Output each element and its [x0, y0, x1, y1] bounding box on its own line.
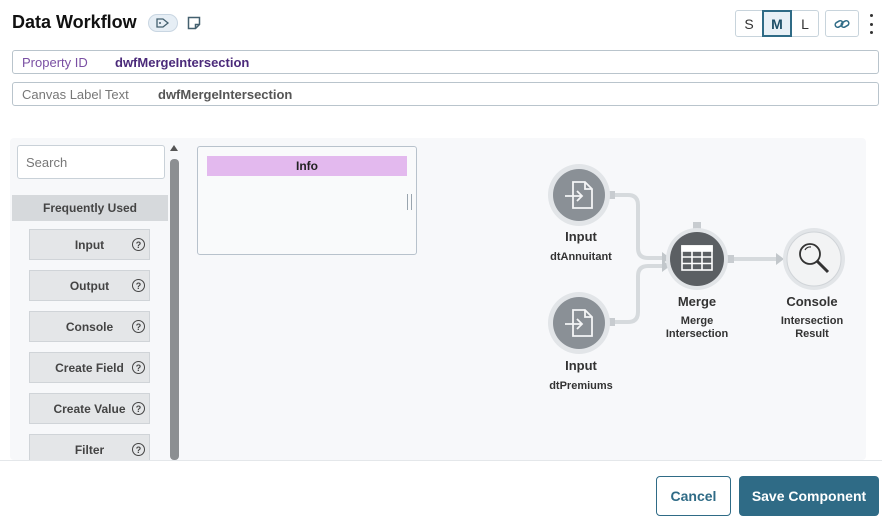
node-name-label-line1: Merge	[681, 315, 713, 327]
node-type-label: Merge	[678, 294, 716, 309]
canvas-label-value: dwfMergeIntersection	[158, 86, 293, 102]
node-name-label: dtPremiums	[549, 380, 613, 392]
workflow-workspace: Frequently Used Input ? Output ? Console…	[10, 138, 866, 460]
connector-input2-merge	[608, 264, 662, 324]
property-id-label: Property ID	[22, 54, 88, 70]
size-s-button[interactable]: S	[735, 10, 763, 37]
note-icon	[187, 16, 201, 30]
node-name-label-line2: Intersection	[666, 328, 729, 340]
node-merge-intersection[interactable]: Merge Merge Intersection	[666, 222, 734, 340]
more-menu-icon[interactable]	[866, 14, 876, 34]
node-type-label: Input	[565, 229, 597, 244]
connector-input1-merge	[608, 193, 662, 260]
node-type-label: Console	[786, 294, 837, 309]
note-button[interactable]	[186, 14, 202, 32]
canvas-label-label: Canvas Label Text	[22, 86, 129, 102]
save-component-button[interactable]: Save Component	[739, 476, 879, 516]
table-icon	[681, 245, 713, 271]
node-input-dtpremiums[interactable]: Input dtPremiums	[548, 292, 615, 392]
cancel-button[interactable]: Cancel	[656, 476, 731, 516]
canvas-label-field[interactable]: Canvas Label Text dwfMergeIntersection	[12, 82, 879, 106]
node-name-label-line1: Intersection	[781, 315, 844, 327]
node-name-label: dtAnnuitant	[550, 251, 612, 263]
node-input-dtannuitant[interactable]: Input dtAnnuitant	[548, 164, 615, 263]
link-button[interactable]	[825, 10, 859, 37]
property-id-field[interactable]: Property ID dwfMergeIntersection	[12, 50, 879, 74]
tag-button[interactable]	[148, 14, 178, 32]
workflow-graph: Input dtAnnuitant Input dtPremiums Merge…	[548, 164, 845, 392]
tag-icon	[156, 18, 170, 28]
node-name-label-line2: Result	[795, 328, 829, 340]
node-console-intersection-result[interactable]: Console Intersection Result	[781, 228, 845, 340]
size-l-button[interactable]: L	[791, 10, 819, 37]
size-selector: S M L	[735, 10, 819, 37]
link-icon	[834, 19, 850, 28]
size-m-button[interactable]: M	[762, 10, 792, 37]
node-type-label: Input	[565, 358, 597, 373]
page-title: Data Workflow	[12, 12, 137, 32]
property-id-value: dwfMergeIntersection	[115, 54, 250, 70]
